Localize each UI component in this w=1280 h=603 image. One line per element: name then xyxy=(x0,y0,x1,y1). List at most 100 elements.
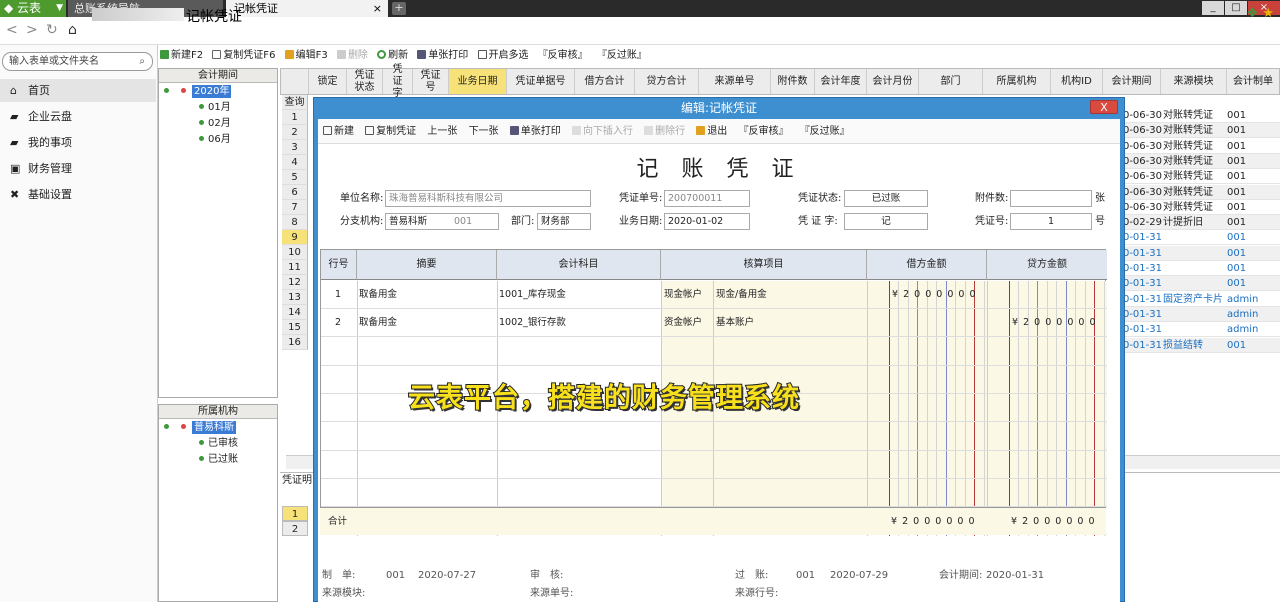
dlg-copy-button[interactable]: 复制凭证 xyxy=(365,126,416,137)
search-icon[interactable]: ⌕ xyxy=(139,53,145,70)
star-icon[interactable]: ★ xyxy=(1262,6,1274,21)
voucher-no-field[interactable]: 200700011 xyxy=(664,190,750,207)
row-number[interactable]: 12 xyxy=(282,275,308,290)
entry-credit[interactable]: ¥ 2 0 0 0 0 0 0 xyxy=(1012,316,1097,330)
grid-row[interactable]: 2020-06-30对账转凭证 001 xyxy=(1124,139,1280,154)
grid-row[interactable]: 2020-01-31 001 xyxy=(1124,245,1280,261)
row-number[interactable]: 1 xyxy=(282,110,308,125)
grid-row[interactable]: 2020-06-30对账转凭证 001 xyxy=(1124,108,1280,123)
num-field[interactable]: 1 xyxy=(1010,213,1092,230)
grid-row[interactable]: 2020-06-30对账转凭证 001 xyxy=(1124,184,1280,200)
grid-row[interactable]: 2020-06-30对账转凭证 001 xyxy=(1124,123,1280,139)
grid-col[interactable]: 会计期间 xyxy=(1103,69,1161,94)
row-number[interactable]: 5 xyxy=(282,170,308,185)
entry-item-type[interactable]: 现金帐户 xyxy=(664,288,702,302)
grid-row[interactable]: 2020-01-31 001 xyxy=(1124,230,1280,246)
tab-home[interactable]: ◆ 云表 ▼ xyxy=(0,0,66,17)
grid-row[interactable]: 2020-06-30对账转凭证 001 xyxy=(1124,169,1280,185)
grid-col[interactable]: 来源模块 xyxy=(1161,69,1227,94)
grid-col[interactable]: 凭证字 xyxy=(383,64,413,99)
grid-col[interactable]: 机构ID xyxy=(1051,69,1103,94)
minimize-button[interactable]: _ xyxy=(1202,1,1224,15)
entry-summary[interactable]: 取备用金 xyxy=(359,288,397,302)
row-number-selected[interactable]: 9 xyxy=(282,230,308,245)
dlg-unpost-button[interactable]: 『反过账』 xyxy=(800,126,850,137)
grid-col[interactable]: 来源单号 xyxy=(699,69,771,94)
row-number[interactable]: 2 xyxy=(282,125,308,140)
reload-icon[interactable]: ↻ xyxy=(46,22,58,38)
sidebar-item-settings[interactable]: ✖ 基础设置 xyxy=(0,183,156,206)
multi-select-toggle[interactable]: 开启多选 xyxy=(477,50,529,61)
row-number[interactable]: 6 xyxy=(282,185,308,200)
row-number[interactable]: 3 xyxy=(282,140,308,155)
extension-icon[interactable]: ❖ xyxy=(1247,6,1259,21)
row-number[interactable]: 16 xyxy=(282,335,308,350)
sidebar-item-finance[interactable]: ▣ 财务管理 xyxy=(0,157,156,180)
grid-col[interactable]: 凭证单据号 xyxy=(507,69,575,94)
grid-col[interactable]: 所属机构 xyxy=(983,69,1051,94)
tree-node-posted[interactable]: 已过账 xyxy=(208,453,238,466)
grid-row[interactable]: 2020-01-31损益结转 001 xyxy=(1124,337,1280,353)
exit-button[interactable]: 退出 xyxy=(696,126,727,137)
back-icon[interactable]: < xyxy=(6,22,18,38)
branch-field[interactable]: 普易科斯 001 xyxy=(385,213,499,230)
dlg-print-button[interactable]: 单张打印 xyxy=(509,126,561,137)
sidebar-item-tasks[interactable]: ▰ 我的事项 xyxy=(0,131,156,154)
attach-field[interactable] xyxy=(1010,190,1092,207)
forward-icon[interactable]: > xyxy=(26,22,38,38)
grid-row[interactable]: 2020-01-31固定资产卡片 admin xyxy=(1124,292,1280,307)
tree-node-month[interactable]: 06月 xyxy=(208,133,231,146)
grid-col[interactable]: 附件数 xyxy=(771,69,815,94)
close-tab-icon[interactable]: × xyxy=(373,0,382,17)
unit-field[interactable]: 珠海普易科斯科技有限公司 xyxy=(385,190,591,207)
word-field[interactable]: 记 xyxy=(844,213,928,230)
tree-node-year[interactable]: 2020年 xyxy=(192,85,232,98)
dlg-unaudit-button[interactable]: 『反审核』 xyxy=(739,126,789,137)
query-row-label[interactable]: 查询 xyxy=(282,95,308,110)
grid-col[interactable]: 锁定 xyxy=(309,69,347,94)
entry-summary[interactable]: 取备用金 xyxy=(359,316,397,330)
tab-voucher[interactable]: 记帐凭证 × xyxy=(226,0,388,17)
tree-node-month[interactable]: 02月 xyxy=(208,117,231,130)
refresh-button[interactable]: 刷新 xyxy=(377,50,408,61)
row-number[interactable]: 15 xyxy=(282,320,308,335)
detail-row-number[interactable]: 2 xyxy=(282,521,308,536)
insert-row-button[interactable]: 向下插入行 xyxy=(571,126,633,137)
home-icon[interactable]: ⌂ xyxy=(68,22,77,38)
entry-item-value[interactable]: 基本账户 xyxy=(716,316,754,330)
next-button[interactable]: 下一张 xyxy=(469,126,499,137)
row-number[interactable]: 8 xyxy=(282,215,308,230)
row-number[interactable]: 4 xyxy=(282,155,308,170)
dialog-close-button[interactable]: X xyxy=(1090,100,1118,114)
dlg-new-button[interactable]: 新建 xyxy=(323,126,354,137)
print-button[interactable]: 单张打印 xyxy=(417,50,468,61)
detail-tab[interactable]: 凭证明 xyxy=(282,474,316,488)
entry-account[interactable]: 1001_库存现金 xyxy=(499,288,566,302)
grid-row[interactable]: 2020-06-30对账转凭证 001 xyxy=(1124,200,1280,215)
grid-row[interactable]: 2020-01-31 admin xyxy=(1124,306,1280,322)
delete-row-button[interactable]: 删除行 xyxy=(644,126,685,137)
new-button[interactable]: 新建F2 xyxy=(160,50,203,61)
grid-row[interactable]: 2020-02-29计提折旧 001 xyxy=(1124,215,1280,231)
grid-row[interactable]: 2020-01-31 001 xyxy=(1124,276,1280,292)
sidebar-item-home[interactable]: ⌂ 首页 xyxy=(0,79,156,102)
copy-voucher-button[interactable]: 复制凭证F6 xyxy=(212,50,275,61)
grid-col[interactable]: 凭证状态 xyxy=(347,69,383,94)
entry-item-value[interactable]: 现金/备用金 xyxy=(716,288,767,302)
grid-row[interactable]: 2020-06-30对账转凭证 001 xyxy=(1124,153,1280,169)
grid-col[interactable]: 会计月份 xyxy=(867,69,919,94)
grid-col[interactable]: 会计年度 xyxy=(815,69,867,94)
delete-button[interactable]: 删除 xyxy=(336,50,368,61)
entry-debit[interactable]: ¥ 2 0 0 0 0 0 0 xyxy=(892,288,977,302)
grid-col[interactable]: 业务日期 xyxy=(449,69,507,94)
sidebar-item-cloud[interactable]: ▰ 企业云盘 xyxy=(0,105,156,128)
tree-node-org[interactable]: 普易科斯 xyxy=(192,421,236,434)
row-number[interactable]: 7 xyxy=(282,200,308,215)
grid-col[interactable]: 凭证号 xyxy=(413,69,449,94)
date-field[interactable]: 2020-01-02 xyxy=(664,213,750,230)
dept-field[interactable]: 财务部 xyxy=(537,213,591,230)
unpost-button[interactable]: 『反过账』 xyxy=(597,50,647,61)
row-number[interactable]: 13 xyxy=(282,290,308,305)
status-field[interactable]: 已过账 xyxy=(844,190,928,207)
grid-row[interactable]: 2020-01-31 admin xyxy=(1124,322,1280,338)
